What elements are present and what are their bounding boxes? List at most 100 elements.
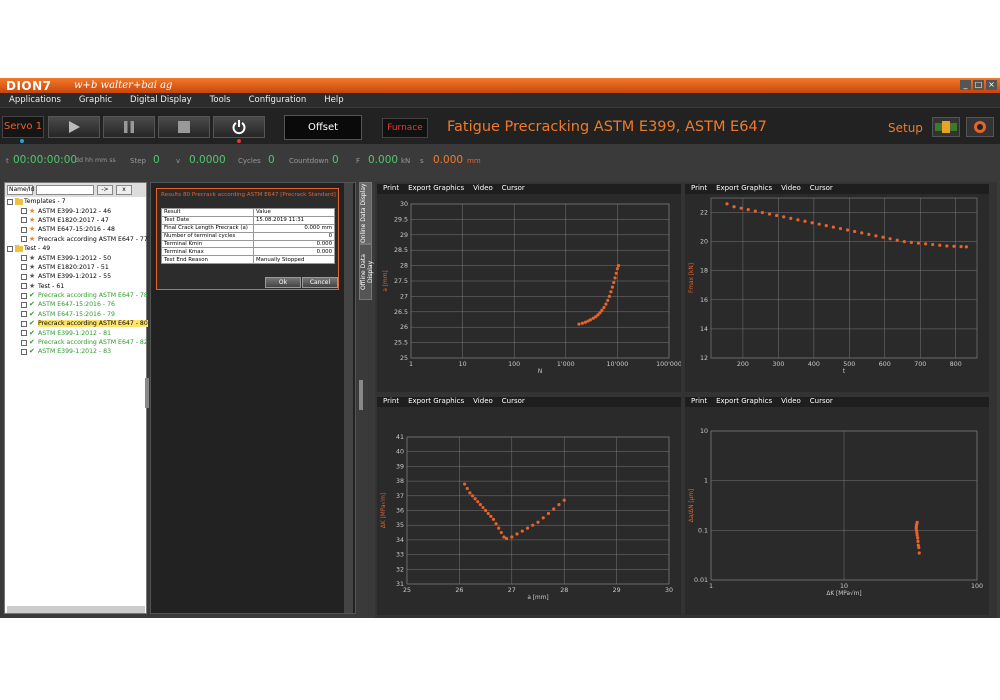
chart-video-button[interactable]: Video [781,184,801,194]
pause-button[interactable] [103,116,155,138]
menu-configuration[interactable]: Configuration [240,93,316,107]
tree-checkbox[interactable] [21,292,27,299]
chart-dadn-vs-dk[interactable]: 1 10 1000.010.1110ΔK [MPa√m]Δa/ΔN [µm] [685,407,989,615]
y-tick-label: 0.1 [698,527,708,534]
y-tick-label: 40 [396,449,404,456]
tree-item[interactable]: ★ Test - 61 [7,282,146,291]
menu-digital-display[interactable]: Digital Display [121,93,201,107]
tree-checkbox[interactable] [21,217,27,224]
tree-item[interactable]: ✔ ASTM E647-15:2016 - 79 [7,310,146,319]
data-point [917,545,921,550]
tree-item[interactable]: ✔ Precrack according ASTM E647 - 78 [7,291,148,300]
tree-checkbox[interactable] [21,348,27,355]
tree-checkbox[interactable] [21,339,27,346]
record-button[interactable] [966,117,994,137]
menu-applications[interactable]: Applications [0,93,70,107]
chart-video-button[interactable]: Video [473,184,493,194]
chart-fmax-vs-t[interactable]: 200 300 400 500 600 700 800 12 14 16 18 20 22 t Fmax [… [685,194,989,392]
test-title: Fatigue Precracking ASTM E399, ASTM E647 [447,119,767,135]
row-value: Manually Stopped [253,255,335,265]
tree-checkbox[interactable] [21,273,27,280]
chart-print-button[interactable]: Print [691,397,707,407]
s-label: s [420,157,424,165]
chart-cursor-button[interactable]: Cursor [810,184,833,194]
menu-graphic[interactable]: Graphic [70,93,121,107]
tree-item[interactable]: ★ ASTM E399-1:2012 - 50 [7,253,146,262]
tree-checkbox[interactable] [21,236,27,243]
tree-checkbox[interactable] [21,283,27,290]
search-input[interactable] [36,185,94,195]
close-button[interactable]: × [986,80,997,90]
tree-item[interactable]: ✔ ASTM E647-15:2016 - 76 [7,300,146,309]
tree-checkbox[interactable] [21,311,27,318]
stop-button[interactable] [158,116,210,138]
menu-tools[interactable]: Tools [201,93,240,107]
machine-config-button[interactable] [932,117,960,137]
tab-offline-data-display[interactable]: Offline Data Display [359,244,374,300]
tree-checkbox[interactable] [21,301,27,308]
tree-item[interactable]: ★ ASTM E647-15:2016 - 48 [7,225,146,234]
chart-cursor-button[interactable]: Cursor [502,397,525,407]
chart-cursor-button[interactable]: Cursor [502,184,525,194]
chart-export-button[interactable]: Export Graphics [408,184,464,194]
y-tick-label: 27 [400,293,408,300]
power-icon [232,120,246,135]
chart-a-vs-n[interactable]: 1 10 100 1'000 10'000 100'000 25 25.5 26 26.5 27 27… [377,194,681,392]
chart-print-button[interactable]: Print [383,184,399,194]
tree-item[interactable]: ★ Precrack according ASTM E647 - 77 [7,235,148,244]
cancel-button[interactable]: Cancel [302,277,338,288]
chart-print-button[interactable]: Print [383,397,399,407]
row-label: Test Date [161,215,254,225]
chart-splitter[interactable] [359,380,363,410]
x-tick-label: 700 [914,361,926,368]
data-point [510,535,514,539]
tree-checkbox[interactable] [7,198,13,205]
menu-help[interactable]: Help [315,93,352,107]
tab-online-data-display[interactable]: Online Data Display [359,182,372,244]
tree-item[interactable]: ★ ASTM E1820:2017 - 47 [7,216,146,225]
ok-button[interactable]: Ok [265,277,301,288]
tree-item[interactable]: ✔ ASTM E399-1:2012 - 81 [7,328,146,337]
minimize-button[interactable]: _ [960,80,971,90]
chart-print-button[interactable]: Print [691,184,707,194]
tree-item[interactable]: ✔ Precrack according ASTM E647 - 80 [7,319,148,328]
tree-item[interactable]: ★ ASTM E399-1:2012 - 55 [7,272,146,281]
search-clear-button[interactable]: x [116,185,132,195]
horizontal-scrollbar[interactable] [7,606,145,613]
chart-dk-vs-a[interactable]: 25 26 27 28 29 30 31 32 33 34 35 36 37 38 39 40 41 a [mm]… [377,407,681,615]
tree-checkbox[interactable] [21,226,27,233]
tree-item[interactable]: Test - 49 [7,244,146,253]
power-button[interactable] [213,116,265,143]
tree-checkbox[interactable] [21,330,27,337]
play-button[interactable] [48,116,100,138]
maximize-button[interactable]: □ [973,80,984,90]
chart-video-button[interactable]: Video [781,397,801,407]
chart-export-button[interactable]: Export Graphics [716,184,772,194]
tree-item[interactable]: ✔ ASTM E399-1:2012 - 83 [7,347,146,356]
tree-item[interactable]: ★ ASTM E399-1:2012 - 46 [7,206,146,215]
chart-cursor-button[interactable]: Cursor [810,397,833,407]
chart-export-button[interactable]: Export Graphics [408,397,464,407]
tree-checkbox[interactable] [21,255,27,262]
tree-item[interactable]: Templates - 7 [7,197,146,206]
furnace-button[interactable]: Furnace [382,118,428,138]
tree-checkbox[interactable] [21,320,27,327]
search-go-button[interactable]: -> [97,185,113,195]
chart-export-button[interactable]: Export Graphics [716,397,772,407]
data-point [580,321,585,325]
tree-item[interactable]: ★ ASTM E1820:2017 - 51 [7,263,146,272]
x-tick-label: 100'000 [656,361,681,368]
tree-checkbox[interactable] [21,264,27,271]
offset-button[interactable]: Offset [284,115,362,140]
servo-selector[interactable]: Servo 1 [2,116,44,138]
y-tick-label: 30 [400,201,408,208]
tree-checkbox[interactable] [7,245,13,252]
results-scrollbar[interactable] [344,183,353,613]
data-point [746,208,750,212]
tree-item[interactable]: ✔ Precrack according ASTM E647 - 82 [7,338,148,347]
setup-label[interactable]: Setup [888,121,923,135]
search-type-select[interactable]: Name/Id [7,185,34,195]
tree-checkbox[interactable] [21,208,27,215]
panel-splitter[interactable] [145,378,149,408]
chart-video-button[interactable]: Video [473,397,493,407]
